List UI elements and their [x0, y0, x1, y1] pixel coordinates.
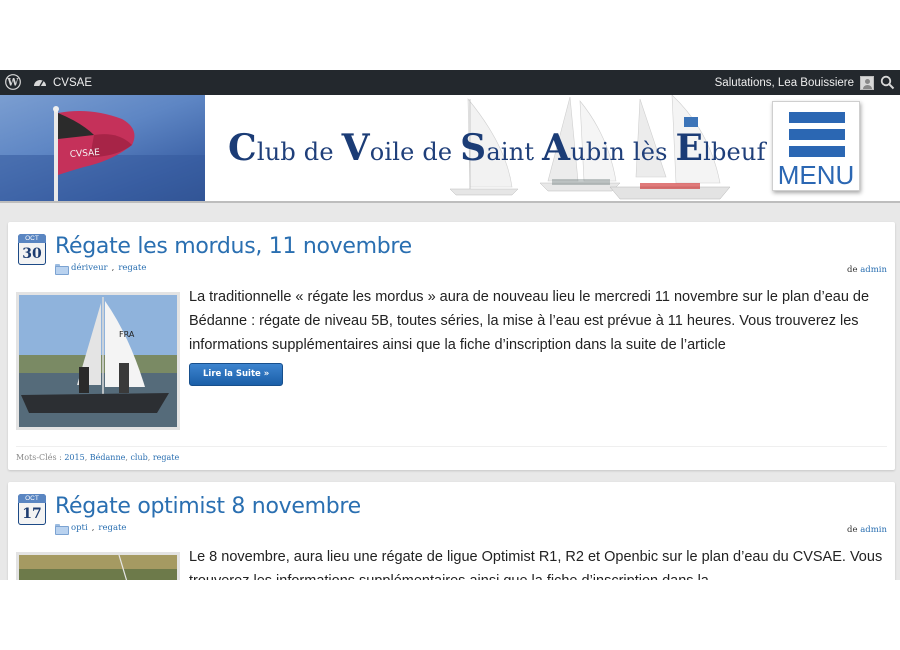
- category-link[interactable]: opti: [71, 523, 88, 533]
- site-title[interactable]: Club de Voile de Saint Aubin lès Elbeuf: [228, 127, 766, 169]
- search-icon[interactable]: [880, 75, 895, 90]
- post-title[interactable]: Régate les mordus, 11 novembre: [55, 234, 412, 259]
- post-title[interactable]: Régate optimist 8 novembre: [55, 494, 361, 519]
- post-thumbnail[interactable]: [16, 552, 180, 580]
- menu-label: MENU: [777, 160, 855, 190]
- category-link[interactable]: dériveur: [71, 263, 108, 273]
- post-excerpt: Le 8 novembre, aura lieu une régate de l…: [189, 549, 883, 580]
- post-excerpt: La traditionnelle « régate les mordus » …: [189, 289, 870, 353]
- flag-logo-text: CVSAE: [70, 148, 101, 160]
- date-month: OCT: [18, 494, 46, 503]
- category-link[interactable]: regate: [118, 263, 146, 273]
- post-author: de admin: [847, 525, 887, 535]
- author-prefix: de: [847, 525, 858, 535]
- date-month: OCT: [18, 234, 46, 243]
- flag-photo: CVSAE: [0, 95, 205, 201]
- hamburger-icon-bar: [789, 146, 845, 157]
- post-article: OCT 17 Régate optimist 8 novembre opti, …: [8, 482, 895, 580]
- svg-text:W: W: [6, 78, 19, 89]
- read-more-button[interactable]: Lire la Suite »: [189, 363, 284, 386]
- avatar: [860, 75, 874, 90]
- category-link[interactable]: regate: [98, 523, 126, 533]
- site-header-banner: CVSAE Club de Voile de Saint Aubin lès E…: [0, 95, 900, 203]
- folder-icon: [55, 523, 69, 535]
- dashboard-icon: [34, 79, 46, 86]
- wordpress-logo-icon[interactable]: W: [5, 74, 21, 90]
- tag-link[interactable]: regate: [153, 453, 179, 462]
- tag-link[interactable]: 2015: [64, 453, 84, 462]
- date-day: 30: [18, 243, 46, 265]
- date-badge: OCT 30: [18, 234, 46, 265]
- tags-label: Mots-Clés :: [16, 453, 62, 462]
- author-link[interactable]: admin: [860, 525, 887, 535]
- date-badge: OCT 17: [18, 494, 46, 525]
- post-author: de admin: [847, 265, 887, 275]
- browser-viewport: W CVSAE Salutations, Lea Bouissiere CVSA…: [0, 70, 900, 580]
- site-title-part: Voile de: [341, 127, 461, 169]
- post-categories: opti, regate: [55, 523, 126, 535]
- svg-text:FRA: FRA: [119, 330, 135, 339]
- site-title-part: Elbeuf: [675, 127, 766, 169]
- menu-button[interactable]: MENU: [772, 101, 860, 191]
- post-thumbnail[interactable]: FRA: [16, 292, 180, 430]
- site-name: CVSAE: [53, 76, 92, 89]
- post-article: OCT 30 Régate les mordus, 11 novembre dé…: [8, 222, 895, 470]
- site-name-link[interactable]: CVSAE: [33, 70, 92, 95]
- account-menu[interactable]: Salutations, Lea Bouissiere: [715, 70, 874, 95]
- greeting-text: Salutations, Lea Bouissiere: [714, 76, 854, 89]
- author-link[interactable]: admin: [860, 265, 887, 275]
- tag-link[interactable]: Bédanne: [90, 453, 126, 462]
- hamburger-icon: [789, 112, 845, 123]
- post-tags: Mots-Clés : 2015, Bédanne, club, regate: [16, 446, 887, 462]
- site-title-part: Aubin lès: [542, 127, 676, 169]
- date-day: 17: [18, 503, 46, 525]
- post-categories: dériveur, regate: [55, 263, 146, 275]
- folder-icon: [55, 263, 69, 275]
- hamburger-icon-bar: [789, 129, 845, 140]
- admin-bar: W CVSAE Salutations, Lea Bouissiere: [0, 70, 900, 95]
- site-title-part: Club de: [228, 127, 342, 169]
- site-title-part: Saint: [460, 127, 543, 169]
- author-prefix: de: [847, 265, 858, 275]
- tag-link[interactable]: club: [130, 453, 147, 462]
